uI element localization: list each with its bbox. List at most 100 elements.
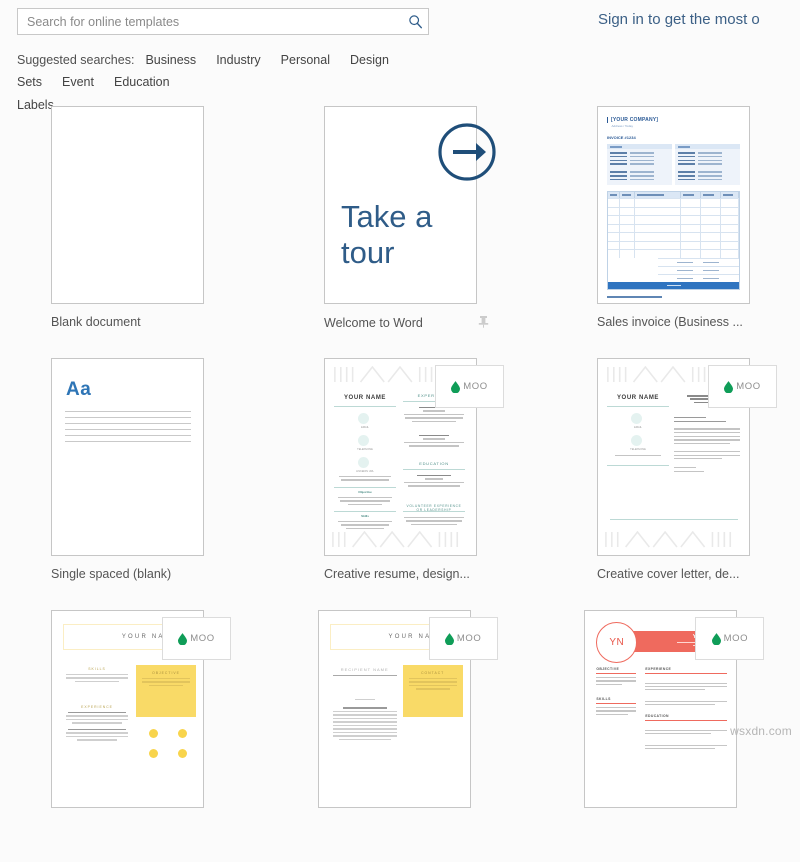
contact-label-email: EMAIL — [361, 426, 369, 429]
section-education: EDUCATION — [419, 461, 449, 466]
moo-label: MOO — [736, 381, 761, 392]
watermark: wsxdn.com — [730, 724, 792, 738]
pin-icon[interactable] — [478, 315, 489, 330]
thumbnail-creative-cover-letter[interactable]: YOUR NAME EMAIL TELEPHONE MOO — [597, 358, 777, 556]
moo-badge: MOO — [708, 365, 777, 408]
invoice-col-lines — [675, 149, 740, 185]
thumbnail-wrap: YOUR NAME SKILLS OBJECTIVE EXPERIENCE MO… — [51, 610, 231, 808]
thumbnail-yellow-resume[interactable]: YOUR NAME SKILLS OBJECTIVE EXPERIENCE MO… — [51, 610, 231, 808]
template-caption: Creative resume, design... — [324, 567, 546, 581]
moo-badge: MOO — [695, 617, 765, 660]
moo-leaf-icon — [711, 632, 721, 645]
search-icon[interactable] — [402, 9, 428, 34]
template-name[interactable]: Welcome to Word — [324, 316, 423, 330]
thumbnail-wrap: YOUR NAME EMAIL TELEPHONE LINKEDIN URL O… — [324, 358, 504, 556]
invoice-subtitle: Address / Today — [611, 124, 633, 128]
holder-name: YOUR NAME — [343, 395, 387, 401]
moo-leaf-icon — [451, 380, 461, 393]
sample-text-aa: Aa — [66, 379, 92, 400]
invoice-ship-to — [675, 144, 740, 186]
tour-line-1: Take a — [341, 199, 433, 234]
left-section-skills: Skills — [361, 514, 369, 518]
template-name[interactable]: Creative cover letter, de... — [597, 567, 739, 581]
invoice-thanks-note — [607, 295, 662, 298]
thumbnail-wrap: YOUR NAME EMAIL TELEPHONE MOO — [597, 358, 777, 556]
suggested-link-industry[interactable]: Industry — [216, 53, 260, 67]
contact-label-email: EMAIL — [634, 426, 642, 429]
invoice-title: INVOICE #1234 — [607, 135, 636, 140]
contact-label-telephone: TELEPHONE — [630, 448, 646, 451]
contact-label-linkedin: LINKEDIN URL — [356, 470, 374, 473]
thumbnail-wrap: [YOUR COMPANY] Address / Today INVOICE #… — [597, 106, 750, 304]
invoice-preview: [YOUR COMPANY] Address / Today INVOICE #… — [598, 107, 749, 303]
moo-badge: MOO — [435, 365, 504, 408]
moo-leaf-icon — [178, 632, 188, 645]
invoice-table-header — [608, 192, 740, 199]
circle-arrow-right-icon — [438, 123, 496, 181]
template-card-welcome-to-word[interactable]: Take a tour Welcome to Word — [324, 106, 546, 358]
invoice-total-bar — [608, 281, 739, 289]
template-row: YOUR NAME SKILLS OBJECTIVE EXPERIENCE MO… — [0, 610, 800, 862]
thumbnail-red-resume[interactable]: YN YOUR NAME OBJECTIVE — [584, 610, 765, 808]
suggested-link-event[interactable]: Event — [62, 75, 94, 89]
moo-label: MOO — [190, 633, 215, 644]
thumbnail-wrap — [51, 106, 204, 304]
template-caption: Welcome to Word — [324, 315, 546, 330]
thumbnail-wrap: Aa — [51, 358, 204, 556]
moo-label: MOO — [723, 633, 749, 644]
invoice-line-items-table — [607, 191, 740, 290]
thumbnail-single-spaced[interactable]: Aa — [51, 358, 204, 556]
left-section-objective: Objective — [358, 490, 372, 494]
moo-label: MOO — [456, 633, 482, 644]
section-skills: SKILLS — [88, 667, 106, 671]
chevron-pattern-icon — [605, 531, 732, 548]
search-box[interactable] — [17, 8, 429, 35]
template-row: Blank document Take a tour Welcome to Wo… — [0, 106, 800, 358]
search-header: Sign in to get the most o Suggested sear… — [0, 0, 800, 116]
template-card-creative-cover-letter[interactable]: YOUR NAME EMAIL TELEPHONE MOO Creative c… — [597, 358, 800, 610]
thumbnail-wrap: YOUR NAME RECIPIENT NAME CONTACT MOO — [317, 610, 498, 808]
suggested-link-business[interactable]: Business — [145, 53, 196, 67]
template-name[interactable]: Single spaced (blank) — [51, 567, 171, 581]
template-card-sales-invoice[interactable]: [YOUR COMPANY] Address / Today INVOICE #… — [597, 106, 800, 358]
monogram-circle: YN — [596, 622, 638, 663]
thumbnail-body: [YOUR COMPANY] Address / Today INVOICE #… — [598, 107, 749, 303]
search-input[interactable] — [18, 9, 402, 34]
invoice-bill-to — [607, 144, 672, 186]
thumbnail-blank-document[interactable] — [51, 106, 204, 304]
moo-badge: MOO — [162, 617, 231, 660]
thumbnail-sales-invoice[interactable]: [YOUR COMPANY] Address / Today INVOICE #… — [597, 106, 750, 304]
template-caption: Blank document — [51, 315, 273, 329]
template-card-single-spaced[interactable]: Aa Single spaced (blank) — [51, 358, 273, 610]
suggested-searches-label: Suggested searches: — [17, 53, 135, 67]
thumbnail-wrap: YN YOUR NAME OBJECTIVE — [584, 610, 765, 808]
template-card-yellow-cover-letter[interactable]: YOUR NAME RECIPIENT NAME CONTACT MOO — [317, 610, 534, 862]
monogram: YN — [609, 637, 625, 648]
moo-badge: MOO — [428, 617, 498, 660]
tour-text: Take a tour — [341, 199, 432, 271]
suggested-link-personal[interactable]: Personal — [281, 53, 330, 67]
thumbnail-body: Aa — [52, 359, 203, 555]
moo-label: MOO — [463, 381, 488, 392]
section-contact: CONTACT — [421, 671, 445, 675]
template-card-blank-document[interactable]: Blank document — [51, 106, 273, 358]
document-lines — [65, 411, 191, 447]
section-skills: SKILLS — [596, 697, 611, 701]
recipient-name: RECIPIENT NAME — [340, 667, 389, 672]
section-volunteer: VOLUNTEER EXPERIENCE OR LEADERSHIP — [406, 504, 462, 512]
thumbnail-creative-resume[interactable]: YOUR NAME EMAIL TELEPHONE LINKEDIN URL O… — [324, 358, 504, 556]
thumbnail-yellow-cover-letter[interactable]: YOUR NAME RECIPIENT NAME CONTACT MOO — [317, 610, 498, 808]
template-name[interactable]: Sales invoice (Business ... — [597, 315, 743, 329]
moo-leaf-icon — [444, 632, 454, 645]
suggested-link-education[interactable]: Education — [114, 75, 170, 89]
invoice-summary — [608, 257, 739, 266]
thumbnail-welcome-to-word[interactable]: Take a tour — [324, 106, 496, 304]
thumbnail-wrap: Take a tour — [324, 106, 496, 304]
invoice-col-header — [607, 144, 672, 149]
template-card-creative-resume[interactable]: YOUR NAME EMAIL TELEPHONE LINKEDIN URL O… — [324, 358, 546, 610]
template-name[interactable]: Creative resume, design... — [324, 567, 470, 581]
sign-in-link[interactable]: Sign in to get the most o — [598, 11, 760, 28]
invoice-col-lines — [607, 149, 672, 185]
template-name[interactable]: Blank document — [51, 315, 141, 329]
template-card-yellow-resume[interactable]: YOUR NAME SKILLS OBJECTIVE EXPERIENCE MO… — [51, 610, 267, 862]
